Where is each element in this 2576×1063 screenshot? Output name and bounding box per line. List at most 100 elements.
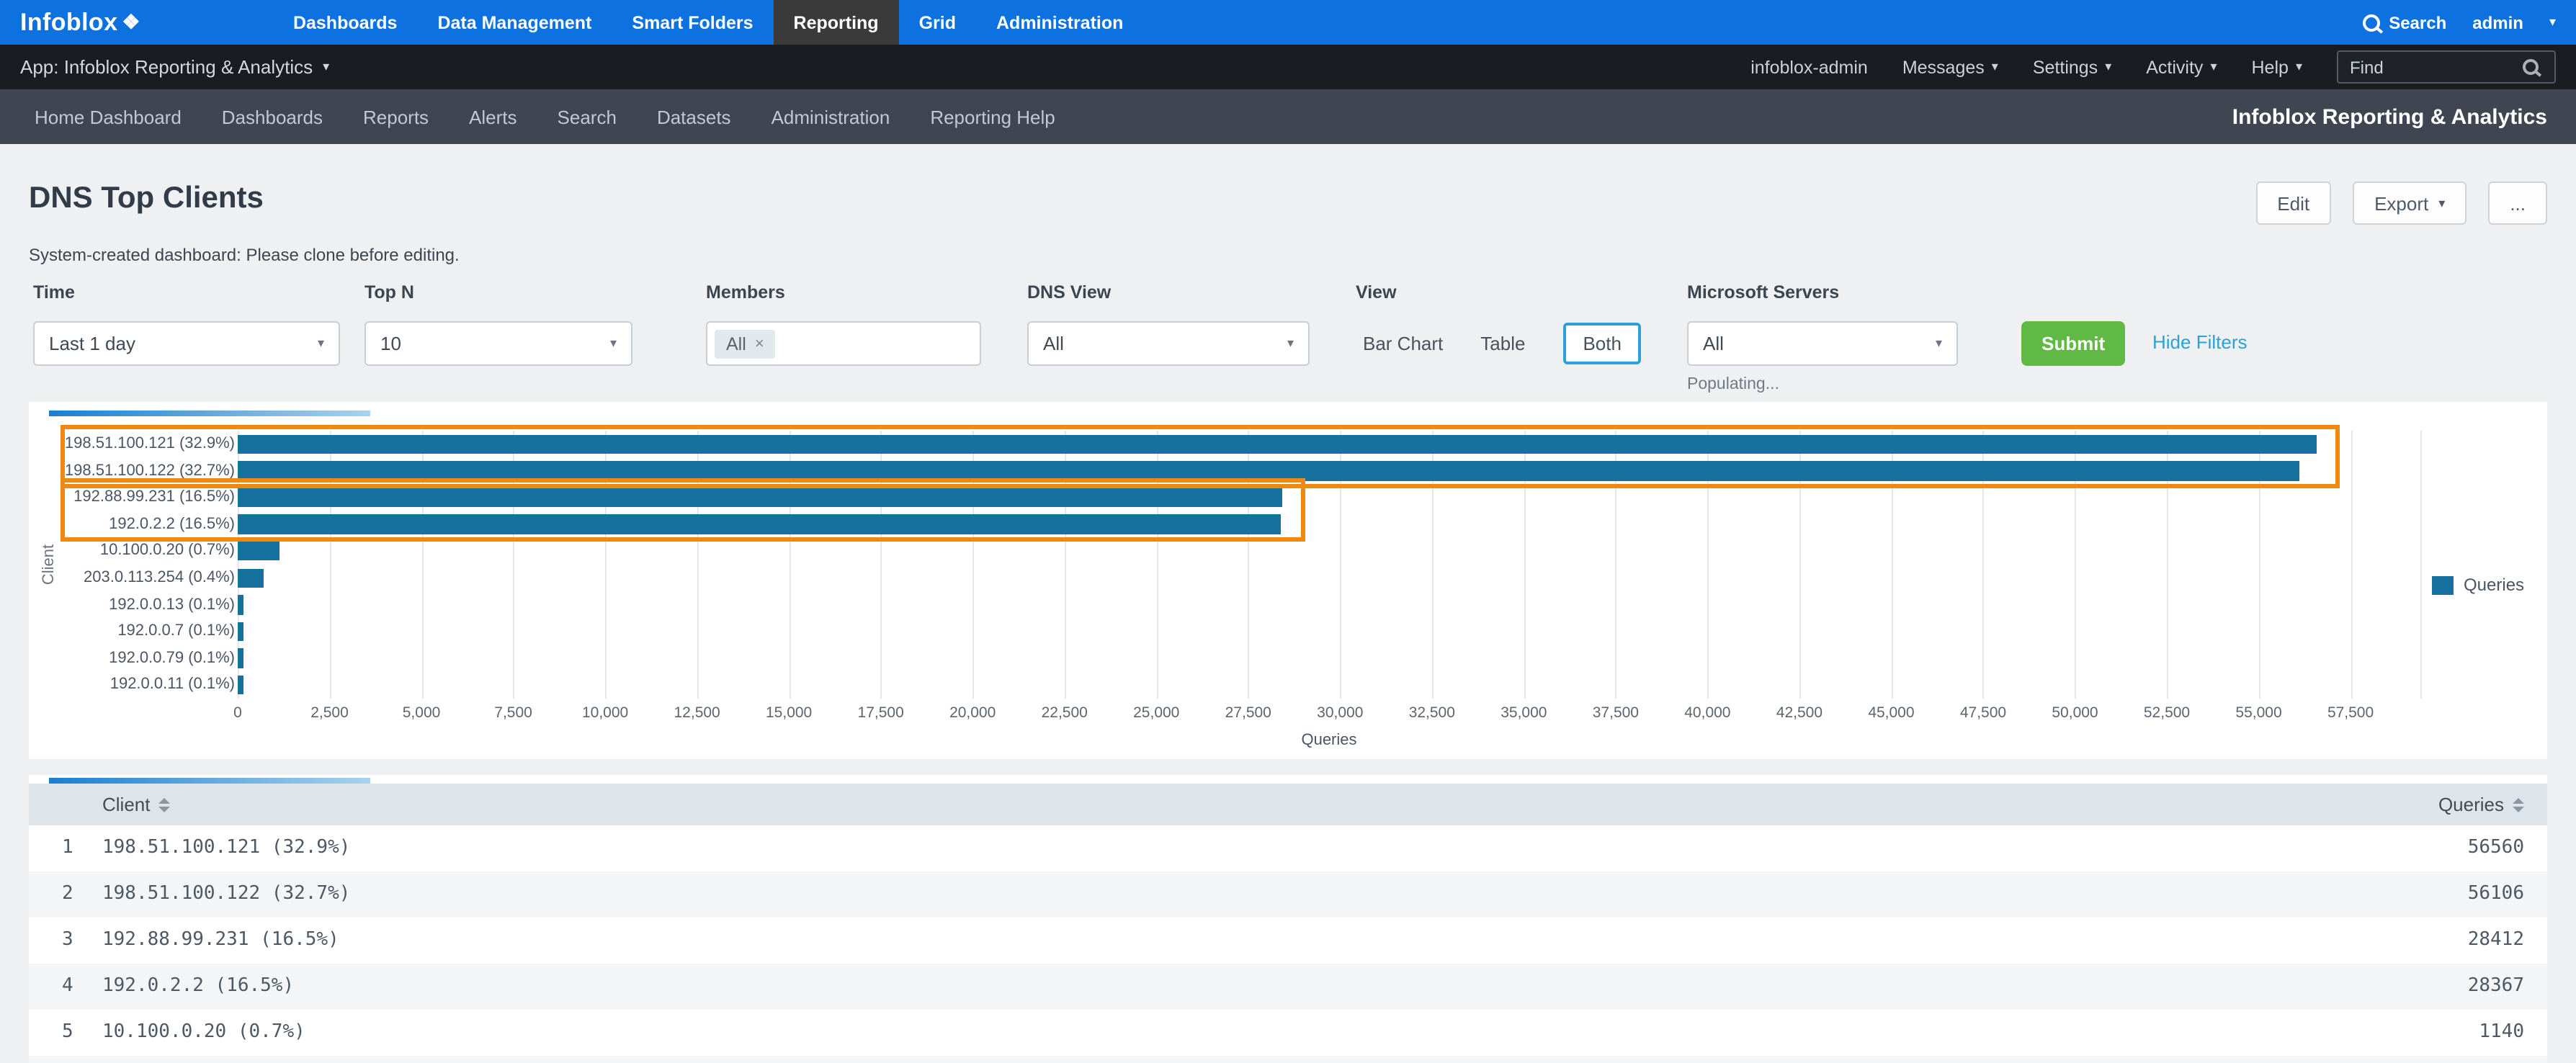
chart-bar[interactable] — [238, 622, 244, 641]
global-search-link[interactable]: Search — [2363, 12, 2446, 32]
reporting-nav-item-reporting-help[interactable]: Reporting Help — [910, 106, 1075, 127]
infoblox-logo[interactable]: Infoblox ❖ — [0, 0, 161, 45]
app-bar-item-label: Messages — [1902, 57, 1985, 77]
row-rank: 1 — [62, 825, 73, 871]
user-menu[interactable]: admin — [2472, 12, 2523, 32]
chevron-down-icon: ▾ — [1992, 60, 1998, 73]
chart-bar[interactable] — [238, 461, 2299, 480]
page-title: DNS Top Clients — [29, 181, 264, 216]
top-nav-item-grid[interactable]: Grid — [899, 0, 976, 45]
chevron-down-icon: ▾ — [1936, 337, 1942, 350]
x-axis-tick-label: 47,500 — [1937, 704, 2029, 722]
reporting-nav-item-alerts[interactable]: Alerts — [449, 106, 537, 127]
top-nav-items: DashboardsData ManagementSmart FoldersRe… — [273, 0, 1143, 45]
reporting-nav-item-home-dashboard[interactable]: Home Dashboard — [14, 106, 202, 127]
app-bar-item-settings[interactable]: Settings▾ — [2033, 57, 2111, 77]
view-option-bar-chart[interactable]: Bar Chart — [1363, 333, 1443, 354]
top-nav-item-smart-folders[interactable]: Smart Folders — [612, 0, 773, 45]
app-bar-item-activity[interactable]: Activity▾ — [2146, 57, 2217, 77]
submit-button[interactable]: Submit — [2021, 321, 2125, 366]
msservers-filter-select[interactable]: All▾ — [1687, 321, 1958, 366]
app-switcher-caret-icon: ▾ — [323, 60, 329, 73]
chart-bar[interactable] — [238, 649, 244, 668]
msservers-status: Populating... — [1687, 376, 1779, 393]
reporting-nav: Home DashboardDashboardsReportsAlertsSea… — [0, 89, 2576, 144]
x-axis-tick-label: 27,500 — [1202, 704, 1294, 722]
column-header-queries[interactable]: Queries — [2438, 784, 2524, 825]
chevron-down-icon: ▾ — [1287, 337, 1294, 350]
x-axis-tick-label: 5,000 — [375, 704, 468, 722]
hide-filters-link[interactable]: Hide Filters — [2152, 331, 2248, 353]
table-row[interactable]: 2198.51.100.122 (32.7%)56106 — [29, 871, 2547, 918]
x-axis-tick-label: 12,500 — [651, 704, 743, 722]
top-nav-item-dashboards[interactable]: Dashboards — [273, 0, 418, 45]
app-bar-item-help[interactable]: Help▾ — [2252, 57, 2303, 77]
view-option-table[interactable]: Table — [1480, 333, 1525, 354]
chart-bar[interactable] — [238, 488, 1282, 507]
chart-bar[interactable] — [238, 595, 244, 614]
chart-bar[interactable] — [238, 434, 2316, 454]
row-queries: 28367 — [2468, 964, 2524, 1010]
row-queries: 28412 — [2468, 918, 2524, 964]
chevron-down-icon: ▾ — [610, 337, 617, 350]
topn-filter-label: Top N — [365, 282, 414, 302]
row-client: 192.88.99.231 (16.5%) — [102, 918, 339, 964]
top-nav-item-data-management[interactable]: Data Management — [417, 0, 612, 45]
reporting-nav-item-dashboards[interactable]: Dashboards — [202, 106, 343, 127]
legend-swatch — [2432, 575, 2454, 594]
export-button[interactable]: Export▾ — [2353, 181, 2467, 225]
row-client: 10.100.0.20 (0.7%) — [102, 1010, 305, 1056]
reporting-nav-item-administration[interactable]: Administration — [751, 106, 911, 127]
table-row[interactable]: 4192.0.2.2 (16.5%)28367 — [29, 964, 2547, 1010]
reporting-nav-item-reports[interactable]: Reports — [343, 106, 449, 127]
x-axis-tick-label: 10,000 — [559, 704, 651, 722]
chart-category-label: 192.0.2.2 (16.5%) — [33, 511, 235, 538]
table-row[interactable]: 3192.88.99.231 (16.5%)28412 — [29, 918, 2547, 964]
time-filter-select[interactable]: Last 1 day▾ — [33, 321, 340, 366]
sort-icon — [159, 797, 171, 812]
chart-bar[interactable] — [238, 515, 1280, 534]
chart-bar[interactable] — [238, 542, 279, 561]
edit-button[interactable]: Edit — [2255, 181, 2331, 225]
row-rank: 4 — [62, 964, 73, 1010]
members-filter-input[interactable]: All × — [706, 321, 981, 366]
chart-gridline — [2351, 431, 2352, 699]
dnsview-filter-select[interactable]: All▾ — [1027, 321, 1310, 366]
view-filter-label: View — [1356, 282, 1397, 302]
app-bar-item-label: infoblox-admin — [1750, 57, 1868, 77]
chart-progress-bar — [49, 411, 370, 416]
view-option-both[interactable]: Both — [1562, 323, 1642, 364]
chart-category-label: 192.0.0.79 (0.1%) — [33, 645, 235, 672]
infoblox-logo-icon: ❖ — [122, 10, 140, 35]
msservers-filter-label: Microsoft Servers — [1687, 282, 1839, 302]
chart-bar[interactable] — [238, 568, 263, 588]
top-nav-item-reporting[interactable]: Reporting — [774, 0, 899, 45]
chart-x-axis-label: Queries — [238, 732, 2420, 749]
app-bar-item-label: Settings — [2033, 57, 2098, 77]
app-bar-item-infoblox-admin[interactable]: infoblox-admin — [1750, 57, 1868, 77]
reporting-nav-item-search[interactable]: Search — [537, 106, 637, 127]
x-axis-tick-label: 0 — [192, 704, 284, 722]
topn-filter-select[interactable]: 10▾ — [365, 321, 632, 366]
chart-category-label: 192.0.0.11 (0.1%) — [33, 672, 235, 699]
user-menu-caret-icon[interactable]: ▾ — [2549, 16, 2556, 29]
x-axis-tick-label: 42,500 — [1753, 704, 1846, 722]
row-queries: 1140 — [2479, 1010, 2524, 1056]
more-actions-button[interactable]: ... — [2488, 181, 2547, 225]
x-axis-tick-label: 20,000 — [926, 704, 1019, 722]
chart-bar[interactable] — [238, 676, 244, 695]
top-nav-item-administration[interactable]: Administration — [976, 0, 1143, 45]
table-row[interactable]: 1198.51.100.121 (32.9%)56560 — [29, 825, 2547, 871]
app-bar-item-messages[interactable]: Messages ▾ — [1902, 57, 1998, 77]
x-axis-tick-label: 15,000 — [743, 704, 835, 722]
reporting-nav-item-datasets[interactable]: Datasets — [637, 106, 751, 127]
chart-legend[interactable]: Queries — [2432, 575, 2524, 595]
chart-category-label: 10.100.0.20 (0.7%) — [33, 538, 235, 565]
dnsview-filter-label: DNS View — [1027, 282, 1111, 302]
table-row[interactable]: 510.100.0.20 (0.7%)1140 — [29, 1010, 2547, 1056]
remove-tag-icon[interactable]: × — [755, 335, 764, 352]
chevron-down-icon: ▾ — [318, 337, 324, 350]
column-header-client[interactable]: Client — [102, 784, 171, 825]
app-switcher[interactable]: App: Infoblox Reporting & Analytics ▾ — [20, 56, 329, 78]
row-client: 198.51.100.121 (32.9%) — [102, 825, 350, 871]
